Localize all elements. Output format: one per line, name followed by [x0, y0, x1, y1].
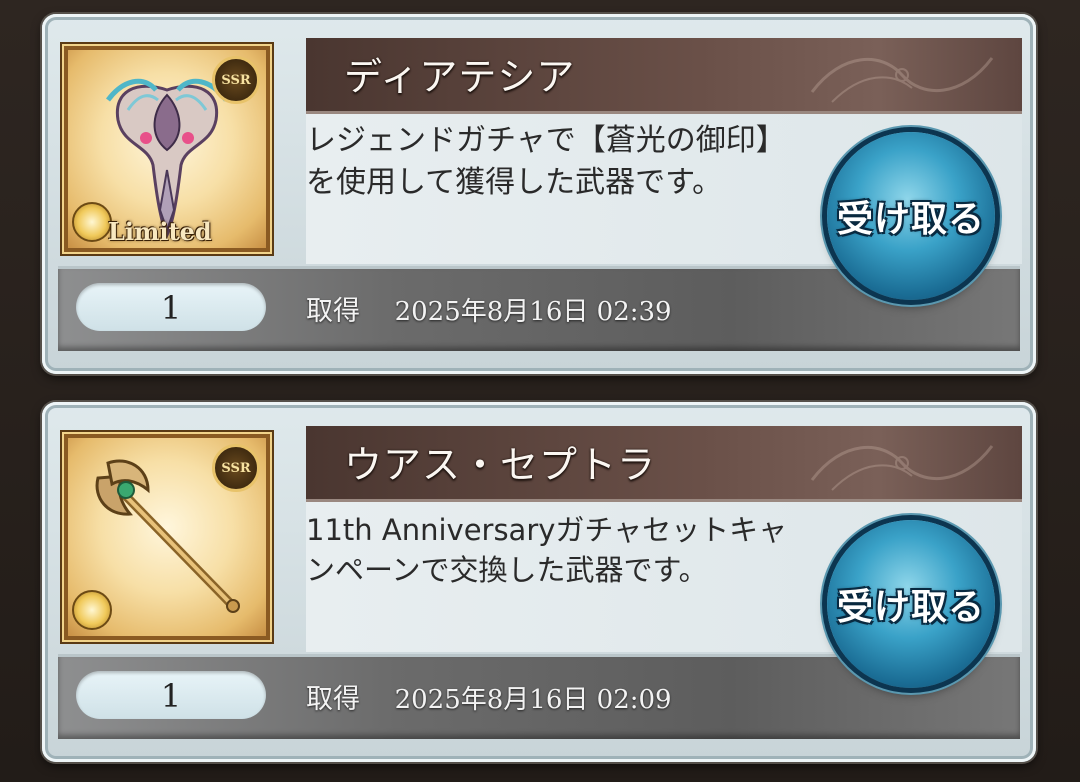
item-name: ウアス・セプトラ [344, 443, 657, 487]
light-element-icon [72, 202, 112, 242]
item-description: レジェンドガチャで【蒼光の御印】を使用して獲得した武器です。 [306, 123, 786, 200]
ornament-decoration [810, 57, 994, 103]
item-title-bar: ウアス・セプトラ [306, 426, 1022, 502]
acquired-info: 取得 2025年8月16日 02:09 [306, 677, 672, 716]
limited-tag: Limited [108, 217, 212, 246]
receive-button[interactable]: 受け取る [827, 520, 995, 688]
item-description: 11th Anniversaryガチャセットキャンペーンで交換した武器です。 [306, 513, 788, 587]
receive-button[interactable]: 受け取る [827, 132, 995, 300]
item-count: 1 [76, 671, 266, 719]
ssr-badge: SSR [212, 56, 260, 104]
gift-item-card: ウアス・セプトラ SSR 11th Anniversaryガチャセットキャンペー… [42, 402, 1036, 762]
acquired-date: 2025年8月16日 02:09 [394, 685, 672, 715]
acquired-label: 取得 [306, 296, 360, 327]
ssr-badge: SSR [212, 444, 260, 492]
acquired-info: 取得 2025年8月16日 02:39 [306, 289, 672, 328]
gift-item-card: ディアテシア SSR Limited レジェンドガチャで【蒼光の御印】を使用して… [42, 14, 1036, 374]
receive-button-label: 受け取る [836, 587, 985, 628]
acquired-label: 取得 [306, 684, 360, 715]
item-count: 1 [76, 283, 266, 331]
item-thumbnail[interactable]: SSR [64, 434, 270, 640]
gift-list: ディアテシア SSR Limited レジェンドガチャで【蒼光の御印】を使用して… [0, 0, 1080, 782]
acquired-date: 2025年8月16日 02:39 [394, 297, 672, 327]
item-thumbnail[interactable]: SSR Limited [64, 46, 270, 252]
ornament-decoration [810, 445, 994, 491]
light-element-icon [72, 590, 112, 630]
item-name: ディアテシア [344, 55, 576, 99]
receive-button-label: 受け取る [836, 199, 985, 240]
item-title-bar: ディアテシア [306, 38, 1022, 114]
